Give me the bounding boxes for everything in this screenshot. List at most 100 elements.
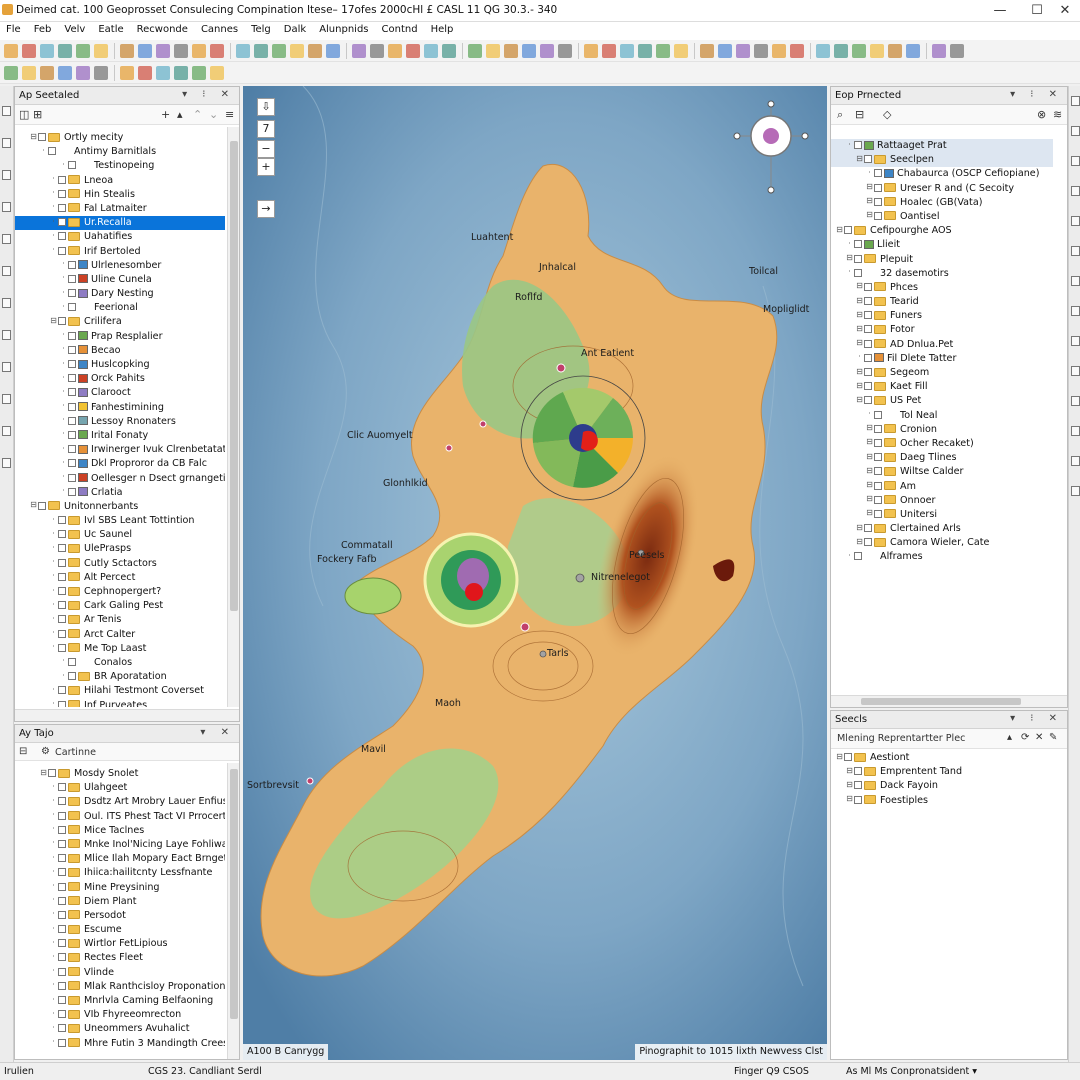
visibility-checkbox[interactable] — [68, 274, 76, 283]
expand-icon[interactable]: · — [49, 839, 58, 848]
visibility-checkbox[interactable] — [864, 368, 872, 376]
expand-icon[interactable]: ⊟ — [845, 254, 854, 263]
visibility-checkbox[interactable] — [874, 169, 882, 178]
visibility-checkbox[interactable] — [58, 953, 66, 962]
expand-icon[interactable]: · — [49, 515, 58, 525]
main-tool-icon[interactable] — [584, 44, 598, 58]
status-projection-select[interactable]: As Ml Ms Conpronatsident ▾ — [846, 1066, 977, 1077]
minimize-button[interactable]: — — [985, 1, 1015, 21]
filter-icon[interactable]: ⊞ — [33, 108, 42, 121]
move-down-icon[interactable]: ⌄ — [209, 108, 218, 121]
expand-icon[interactable]: · — [845, 551, 854, 561]
visibility-checkbox[interactable] — [58, 516, 66, 525]
tree-row[interactable]: · Vlinde — [15, 966, 225, 980]
visibility-checkbox[interactable] — [58, 615, 66, 624]
tree-row[interactable]: ⊟ Emprentent Tand — [831, 765, 1053, 779]
expand-icon[interactable]: · — [59, 387, 68, 397]
tree-row[interactable]: · Oellesger n Dsect grnangetion — [15, 472, 225, 486]
tree-row[interactable]: · Irital Fonaty — [15, 429, 225, 443]
tree-row[interactable]: · Diem Plant — [15, 895, 225, 909]
expand-icon[interactable]: · — [59, 458, 68, 468]
menu-item-6[interactable]: Telg — [247, 22, 278, 35]
tree-row[interactable]: ⊟ AD Dnlua.Pet — [831, 338, 1053, 352]
secondary-tool-icon[interactable] — [120, 66, 134, 80]
tree-row[interactable]: · Hilahi Testmont Coverset — [15, 684, 225, 698]
visibility-checkbox[interactable] — [864, 538, 872, 547]
visibility-checkbox[interactable] — [68, 672, 76, 681]
visibility-checkbox[interactable] — [68, 331, 76, 340]
strip-tool-icon[interactable] — [1071, 246, 1080, 256]
menu-item-10[interactable]: Help — [427, 22, 461, 35]
visibility-checkbox[interactable] — [844, 753, 852, 761]
visibility-checkbox[interactable] — [68, 303, 76, 312]
strip-tool-icon[interactable] — [2, 426, 11, 436]
menu-item-7[interactable]: Dalk — [280, 22, 313, 35]
expand-icon[interactable]: · — [59, 430, 68, 439]
visibility-checkbox[interactable] — [58, 1010, 66, 1019]
tree-row[interactable]: · Ulahgeet — [15, 781, 225, 795]
strip-tool-icon[interactable] — [2, 330, 11, 340]
panel-controls-icon[interactable]: ▾ ⁝ ✕ — [1010, 89, 1063, 100]
main-tool-icon[interactable] — [326, 44, 340, 58]
expand-icon[interactable]: · — [49, 910, 58, 919]
visibility-checkbox[interactable] — [58, 939, 66, 948]
expand-icon[interactable]: · — [845, 239, 854, 249]
tree-row[interactable]: · Lessoy Rnonaters — [15, 415, 225, 429]
main-tool-icon[interactable] — [22, 44, 36, 58]
visibility-checkbox[interactable] — [58, 896, 66, 905]
expand-icon[interactable]: · — [49, 924, 58, 934]
main-tool-icon[interactable] — [558, 44, 572, 58]
expand-icon[interactable]: · — [845, 268, 854, 277]
main-tool-icon[interactable] — [290, 44, 304, 58]
tree-row[interactable]: · Becao — [15, 344, 225, 358]
expand-icon[interactable]: · — [49, 529, 58, 539]
expand-icon[interactable]: · — [49, 175, 58, 184]
visibility-checkbox[interactable] — [58, 910, 66, 919]
secondary-tool-icon[interactable] — [174, 66, 188, 80]
strip-tool-icon[interactable] — [2, 266, 11, 276]
main-tool-icon[interactable] — [736, 44, 750, 58]
collapse-all-icon[interactable]: ≡ — [225, 108, 234, 121]
strip-tool-icon[interactable] — [1071, 126, 1080, 136]
expand-icon[interactable]: ⊟ — [855, 395, 864, 405]
expand-icon[interactable]: · — [49, 811, 58, 820]
main-tool-icon[interactable] — [834, 44, 848, 58]
visibility-checkbox[interactable] — [58, 203, 66, 212]
visibility-checkbox[interactable] — [58, 686, 66, 695]
visibility-checkbox[interactable] — [854, 552, 862, 561]
expand-icon[interactable]: ⊟ — [855, 367, 864, 377]
visibility-checkbox[interactable] — [58, 558, 66, 567]
expand-icon[interactable]: ⊟ — [865, 211, 874, 220]
tree-row[interactable]: · Dkl Proproror da CB Falc — [15, 457, 225, 471]
main-tool-icon[interactable] — [76, 44, 90, 58]
tree-row[interactable]: · Mlak Ranthcisloy Proponation — [15, 980, 225, 994]
expand-icon[interactable]: · — [49, 231, 58, 241]
visibility-checkbox[interactable] — [874, 495, 882, 504]
visibility-checkbox[interactable] — [864, 155, 872, 164]
tree-row[interactable]: · Oul. ITS Phest Tact VI Prrocertet — [15, 810, 225, 824]
expand-icon[interactable]: · — [49, 1038, 58, 1047]
expand-icon[interactable]: · — [49, 246, 58, 255]
tree-row[interactable]: · BR Aporatation — [15, 670, 225, 684]
layers-scrollbar[interactable] — [227, 127, 239, 707]
main-tool-icon[interactable] — [754, 44, 768, 58]
strip-tool-icon[interactable] — [2, 202, 11, 212]
strip-tool-icon[interactable] — [1071, 396, 1080, 406]
visibility-checkbox[interactable] — [68, 487, 76, 496]
tree-row[interactable]: · Mhre Futin 3 Mandingth Creese — [15, 1037, 225, 1051]
tree-row[interactable]: · Rectes Fleet — [15, 951, 225, 965]
layers-scroll-thumb[interactable] — [230, 141, 238, 611]
expand-icon[interactable]: · — [49, 782, 58, 792]
strip-tool-icon[interactable] — [1071, 486, 1080, 496]
expand-icon[interactable]: ⊟ — [855, 154, 864, 164]
tree-row[interactable]: · Mice Taclnes — [15, 824, 225, 838]
main-tool-icon[interactable] — [424, 44, 438, 58]
tree-row[interactable]: · Testinopeing — [15, 159, 225, 173]
visibility-checkbox[interactable] — [68, 345, 76, 354]
expand-icon[interactable]: · — [59, 402, 68, 411]
expand-icon[interactable]: ⊟ — [835, 752, 844, 762]
visibility-checkbox[interactable] — [38, 133, 46, 141]
main-tool-icon[interactable] — [156, 44, 170, 58]
visibility-checkbox[interactable] — [58, 1038, 66, 1047]
tree-row[interactable]: · UlePrasps — [15, 542, 225, 556]
